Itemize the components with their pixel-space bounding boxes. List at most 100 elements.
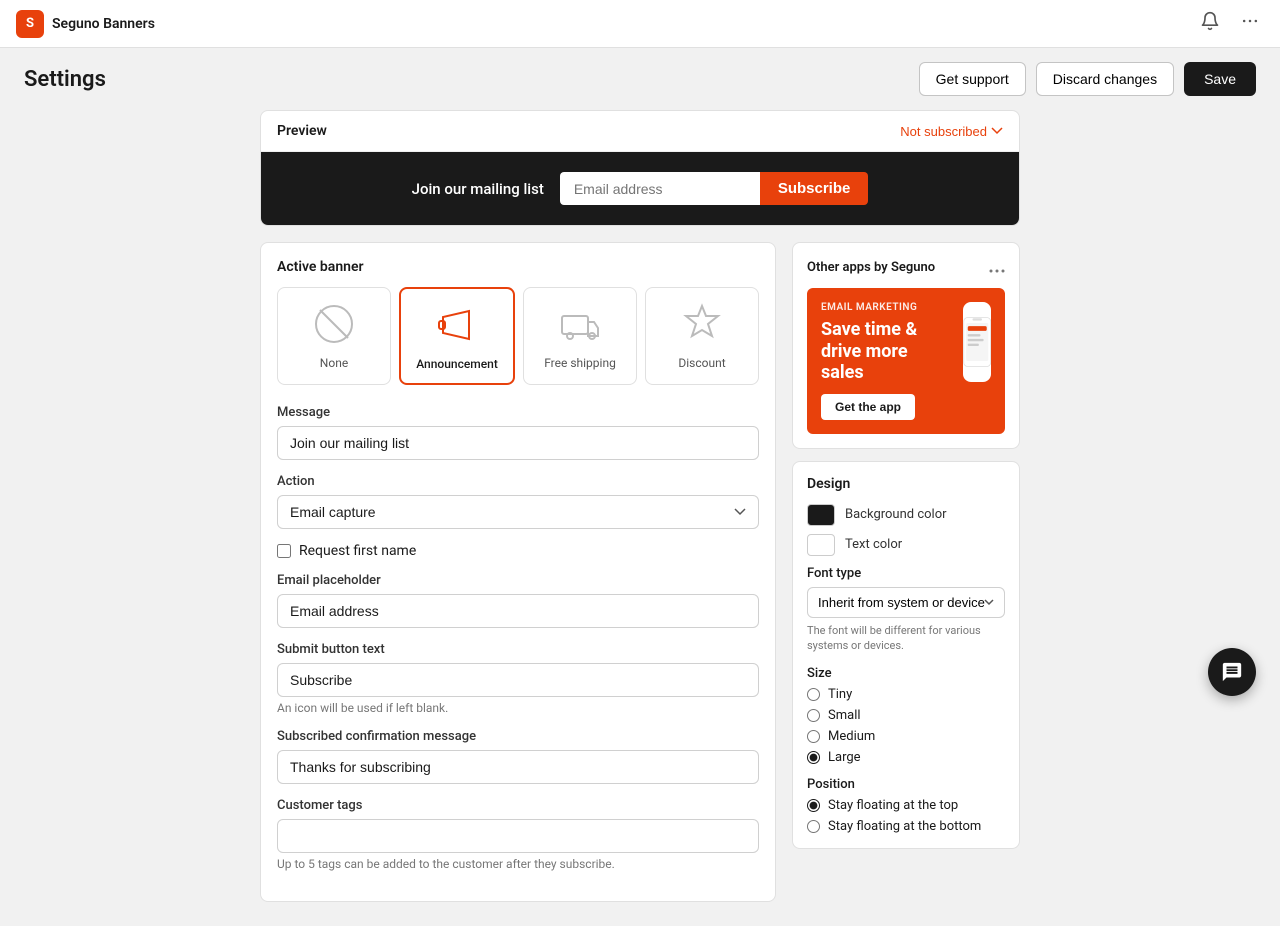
- discount-label: Discount: [678, 356, 725, 370]
- position-top-row: Stay floating at the top: [807, 798, 1005, 813]
- app-icon: S: [16, 10, 44, 38]
- background-color-row: Background color: [807, 504, 1005, 526]
- free-shipping-icon: [556, 300, 604, 348]
- size-medium-label: Medium: [828, 729, 875, 744]
- promo-headline: Save time & drive more sales: [821, 319, 955, 384]
- request-first-name-checkbox[interactable]: [277, 544, 291, 558]
- banner-option-discount[interactable]: Discount: [645, 287, 759, 385]
- design-card: Design Background color Text color Font …: [792, 461, 1020, 849]
- get-support-button[interactable]: Get support: [919, 62, 1026, 96]
- font-type-section: Font type Inherit from system or device …: [807, 566, 1005, 654]
- font-hint: The font will be different for various s…: [807, 623, 1005, 654]
- action-select[interactable]: Email capture URL redirect None: [277, 495, 759, 529]
- text-color-swatch[interactable]: [807, 534, 835, 556]
- save-button[interactable]: Save: [1184, 62, 1256, 96]
- announcement-icon: [433, 301, 481, 349]
- text-color-label: Text color: [845, 537, 902, 552]
- subscribed-confirmation-field-group: Subscribed confirmation message: [277, 729, 759, 784]
- other-apps-more-button[interactable]: [989, 257, 1005, 278]
- size-section: Size Tiny Small Medium: [807, 666, 1005, 765]
- font-type-select[interactable]: Inherit from system or device Sans-serif…: [807, 587, 1005, 618]
- action-label: Action: [277, 474, 759, 489]
- message-input[interactable]: [277, 426, 759, 460]
- subscribed-confirmation-label: Subscribed confirmation message: [277, 729, 759, 744]
- banner-text: Join our mailing list: [412, 180, 544, 198]
- position-bottom-row: Stay floating at the bottom: [807, 819, 1005, 834]
- size-tiny-radio[interactable]: [807, 688, 820, 701]
- promo-content: EMAIL MARKETING Save time & drive more s…: [821, 302, 991, 420]
- banner-option-announcement[interactable]: Announcement: [399, 287, 515, 385]
- other-apps-title: Other apps by Seguno: [807, 260, 935, 275]
- promo-banner: EMAIL MARKETING Save time & drive more s…: [807, 288, 1005, 434]
- submit-btn-field-group: Submit button text An icon will be used …: [277, 642, 759, 715]
- customer-tags-input[interactable]: [277, 819, 759, 853]
- bell-icon[interactable]: [1196, 7, 1224, 40]
- size-tiny-row: Tiny: [807, 687, 1005, 702]
- customer-tags-field-group: Customer tags Up to 5 tags can be added …: [277, 798, 759, 871]
- preview-header: Preview Not subscribed: [261, 111, 1019, 152]
- font-type-label: Font type: [807, 566, 1005, 581]
- size-medium-row: Medium: [807, 729, 1005, 744]
- promo-badge: EMAIL MARKETING: [821, 302, 955, 313]
- subscribed-confirmation-input[interactable]: [277, 750, 759, 784]
- header-actions: Get support Discard changes Save: [919, 62, 1256, 96]
- text-color-row: Text color: [807, 534, 1005, 556]
- discount-icon: [678, 300, 726, 348]
- submit-hint: An icon will be used if left blank.: [277, 701, 759, 715]
- position-bottom-label: Stay floating at the bottom: [828, 819, 981, 834]
- announcement-label: Announcement: [416, 357, 498, 371]
- size-large-row: Large: [807, 750, 1005, 765]
- promo-cta-button[interactable]: Get the app: [821, 394, 915, 420]
- other-apps-card: Other apps by Seguno EMAIL MARKETING Sav…: [792, 242, 1020, 449]
- chat-bubble-button[interactable]: [1208, 648, 1256, 696]
- design-title: Design: [807, 476, 1005, 492]
- size-tiny-label: Tiny: [828, 687, 852, 702]
- customer-tags-hint: Up to 5 tags can be added to the custome…: [277, 857, 759, 871]
- main-content: Preview Not subscribed Join our mailing …: [0, 110, 1280, 926]
- position-top-label: Stay floating at the top: [828, 798, 958, 813]
- size-small-row: Small: [807, 708, 1005, 723]
- submit-btn-label: Submit button text: [277, 642, 759, 657]
- message-field-group: Message: [277, 405, 759, 460]
- banner-form: Subscribe: [560, 172, 869, 205]
- none-icon: [310, 300, 358, 348]
- active-banner-title: Active banner: [277, 259, 759, 275]
- size-label: Size: [807, 666, 1005, 681]
- none-label: None: [320, 356, 348, 370]
- size-medium-radio[interactable]: [807, 730, 820, 743]
- background-color-swatch[interactable]: [807, 504, 835, 526]
- size-radio-group: Tiny Small Medium Large: [807, 687, 1005, 765]
- subscription-status-button[interactable]: Not subscribed: [900, 124, 1003, 139]
- banner-email-input[interactable]: [560, 172, 760, 205]
- submit-btn-input[interactable]: [277, 663, 759, 697]
- banner-subscribe-button[interactable]: Subscribe: [760, 172, 869, 205]
- right-panel: Other apps by Seguno EMAIL MARKETING Sav…: [792, 242, 1020, 902]
- size-small-label: Small: [828, 708, 861, 723]
- position-top-radio[interactable]: [807, 799, 820, 812]
- customer-tags-label: Customer tags: [277, 798, 759, 813]
- banner-option-none[interactable]: None: [277, 287, 391, 385]
- promo-text: EMAIL MARKETING Save time & drive more s…: [821, 302, 955, 420]
- page-title: Settings: [24, 67, 106, 92]
- position-section: Position Stay floating at the top Stay f…: [807, 777, 1005, 834]
- preview-label: Preview: [277, 123, 327, 139]
- email-placeholder-label: Email placeholder: [277, 573, 759, 588]
- discard-changes-button[interactable]: Discard changes: [1036, 62, 1174, 96]
- app-name: Seguno Banners: [52, 16, 155, 32]
- page-header: Settings Get support Discard changes Sav…: [0, 48, 1280, 110]
- background-color-label: Background color: [845, 507, 947, 522]
- email-placeholder-field-group: Email placeholder: [277, 573, 759, 628]
- action-field-group: Action Email capture URL redirect None: [277, 474, 759, 529]
- banner-option-free-shipping[interactable]: Free shipping: [523, 287, 637, 385]
- message-label: Message: [277, 405, 759, 420]
- size-large-label: Large: [828, 750, 861, 765]
- app-branding: S Seguno Banners: [16, 10, 155, 38]
- request-first-name-row: Request first name: [277, 543, 759, 559]
- position-label: Position: [807, 777, 1005, 792]
- promo-phone-image: [963, 302, 991, 382]
- size-large-radio[interactable]: [807, 751, 820, 764]
- more-options-icon[interactable]: [1236, 7, 1264, 40]
- request-first-name-label: Request first name: [299, 543, 416, 559]
- email-placeholder-input[interactable]: [277, 594, 759, 628]
- position-bottom-radio[interactable]: [807, 820, 820, 833]
